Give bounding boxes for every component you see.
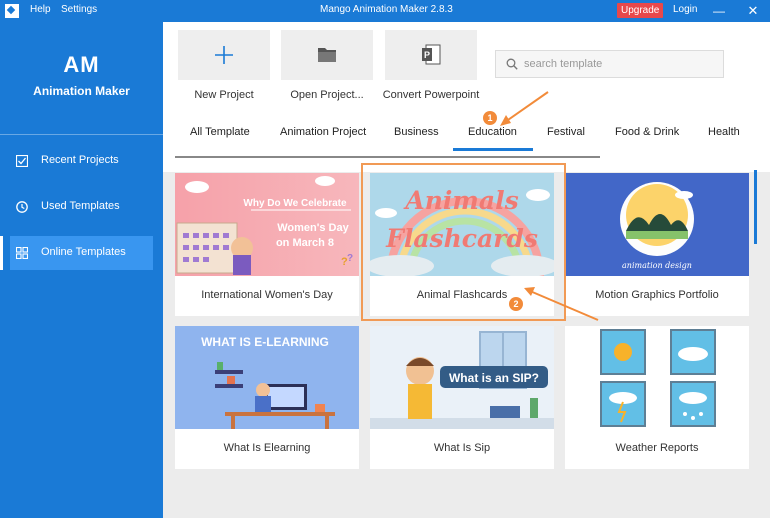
svg-text:P: P (424, 50, 430, 60)
window-title: Mango Animation Maker 2.8.3 (320, 4, 453, 15)
svg-text:?: ? (347, 253, 353, 264)
thumb-text: Women's Day (277, 222, 349, 234)
open-project-label: Open Project... (290, 89, 364, 101)
tab-all-template[interactable]: All Template (190, 126, 250, 138)
thumb-text: Animals (403, 186, 518, 215)
template-grid: Why Do We Celebrate Women's Day on March… (163, 172, 770, 518)
template-card-sip[interactable]: What is an SIP? What Is Sip (370, 326, 554, 469)
search-box (495, 50, 724, 78)
sidebar-item-label: Online Templates (41, 246, 126, 258)
plus-icon (215, 46, 233, 64)
open-project-tile (281, 30, 373, 80)
tab-food-drink[interactable]: Food & Drink (615, 126, 679, 138)
thumb-text: Flashcards (385, 224, 538, 253)
template-title: Weather Reports (615, 442, 699, 454)
vertical-scrollbar[interactable] (754, 170, 757, 244)
active-indicator (0, 236, 3, 270)
sidebar-item-recent-projects[interactable]: Recent Projects (0, 144, 163, 178)
tab-education[interactable]: Education (468, 126, 517, 138)
sidebar-item-online-templates[interactable]: Online Templates (0, 236, 163, 270)
convert-powerpoint-tile: P (385, 30, 477, 80)
upgrade-button[interactable]: Upgrade (617, 3, 664, 18)
clock-icon (16, 201, 28, 213)
sidebar-divider (0, 134, 163, 135)
search-input[interactable] (524, 56, 714, 72)
annotation-step-1: 1 (483, 111, 497, 125)
template-card-motion-graphics[interactable]: animation design Motion Graphics Portfol… (565, 173, 749, 316)
convert-powerpoint-label: Convert Powerpoint (382, 89, 480, 101)
search-icon (506, 58, 518, 70)
elearning-thumbnail: WHAT IS E-LEARNING (175, 326, 359, 429)
open-project-button[interactable]: Open Project... (281, 30, 373, 110)
tab-health[interactable]: Health (708, 126, 740, 138)
title-bar: Help Settings Mango Animation Maker 2.8.… (0, 0, 770, 22)
sidebar-item-used-templates[interactable]: Used Templates (0, 190, 163, 224)
powerpoint-icon: P (422, 44, 441, 65)
folder-icon (318, 48, 336, 62)
thumb-text: WHAT IS E-LEARNING (201, 335, 329, 349)
motion-graphics-thumbnail: animation design (565, 173, 749, 276)
womens-day-thumbnail: Why Do We Celebrate Women's Day on March… (175, 173, 359, 276)
logo-text: Animation Maker (33, 84, 130, 98)
template-card-weather[interactable]: Weather Reports (565, 326, 749, 469)
tab-active-indicator (453, 148, 533, 151)
new-project-tile (178, 30, 270, 80)
tab-scroll-track (175, 156, 600, 158)
template-title: What Is Elearning (223, 442, 311, 454)
thumb-text: animation design (622, 261, 692, 270)
close-icon[interactable]: ✕ (744, 2, 762, 20)
sidebar-item-label: Recent Projects (41, 154, 119, 166)
annotation-step-2: 2 (509, 297, 523, 311)
app-logo-icon (5, 4, 19, 18)
template-card-animal-flashcards[interactable]: Animals Flashcards Animal Flashcards (370, 173, 554, 316)
template-title: International Women's Day (201, 289, 333, 301)
template-title: Animal Flashcards (416, 289, 508, 301)
login-button[interactable]: Login (673, 4, 697, 15)
sip-thumbnail: What is an SIP? (370, 326, 554, 429)
template-card-womens-day[interactable]: Why Do We Celebrate Women's Day on March… (175, 173, 359, 316)
help-menu[interactable]: Help (30, 4, 51, 15)
template-title: Motion Graphics Portfolio (595, 289, 719, 301)
logo-mark: AM (63, 52, 100, 77)
thumb-text: Why Do We Celebrate (243, 198, 347, 209)
main-panel: New Project Open Project... P Convert Po… (163, 22, 770, 518)
new-project-label: New Project (194, 89, 254, 101)
new-project-button[interactable]: New Project (178, 30, 270, 110)
tab-animation-project[interactable]: Animation Project (280, 126, 366, 138)
sidebar: AM Animation Maker Recent Projects Used … (0, 22, 163, 518)
template-card-elearning[interactable]: WHAT IS E-LEARNING What Is Elearning (175, 326, 359, 469)
grid-icon (16, 247, 28, 259)
checklist-icon (16, 155, 28, 167)
animal-flashcards-thumbnail: Animals Flashcards (370, 173, 554, 276)
convert-powerpoint-button[interactable]: P Convert Powerpoint (383, 30, 479, 110)
tab-business[interactable]: Business (394, 126, 439, 138)
thumb-text: on March 8 (276, 237, 334, 249)
thumb-text: What is an SIP? (449, 371, 539, 385)
tab-festival[interactable]: Festival (547, 126, 585, 138)
template-title: What Is Sip (433, 442, 491, 454)
settings-menu[interactable]: Settings (61, 4, 97, 15)
minimize-icon[interactable]: — (710, 2, 728, 20)
sidebar-item-label: Used Templates (41, 200, 120, 212)
weather-thumbnail (565, 326, 749, 429)
